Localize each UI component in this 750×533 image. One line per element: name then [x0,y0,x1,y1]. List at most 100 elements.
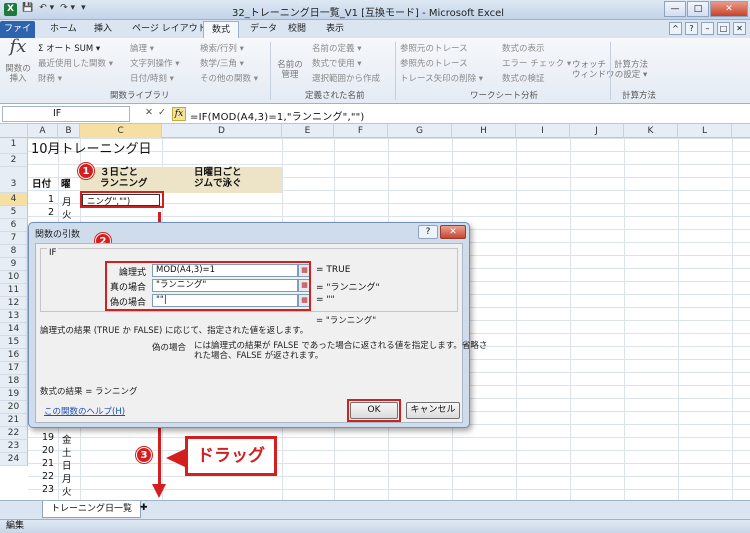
column-header[interactable]: H [452,124,516,138]
calc-options-button[interactable]: 計算方法 の設定 ▾ [612,60,650,80]
tab-page-layout[interactable]: ページ レイアウト [124,21,215,38]
error-checking-button[interactable]: エラー チェック ▾ [502,57,571,69]
sheet-title: 10月トレーニング日 [31,142,152,157]
row-header[interactable]: 18 [0,375,28,388]
help-icon[interactable]: ? [685,22,698,35]
tab-data[interactable]: データ [242,21,285,38]
column-header[interactable]: K [624,124,678,138]
column-header[interactable]: E [282,124,334,138]
tab-review[interactable]: 校閲 [280,21,314,38]
show-formulas-button[interactable]: 数式の表示 [502,42,545,54]
cell-date: 19 [42,432,55,443]
row-header[interactable]: 1 [0,138,28,154]
undo-icon[interactable]: ↶ ▾ [39,3,54,13]
column-header[interactable]: L [678,124,732,138]
more-functions-button[interactable]: その他の関数 ▾ [200,72,258,84]
datetime-button[interactable]: 日付/時刻 ▾ [130,72,174,84]
function-help-link[interactable]: この関数のヘルプ(H) [44,405,125,417]
column-header[interactable]: I [516,124,570,138]
column-header[interactable]: J [570,124,624,138]
logical-button[interactable]: 論理 ▾ [130,42,154,54]
define-name-button[interactable]: 名前の定義 ▾ [312,42,361,54]
workbook-restore-icon[interactable]: □ [717,22,730,35]
row-header[interactable]: 21 [0,414,28,427]
row-header[interactable]: 9 [0,258,28,271]
row-header[interactable]: 13 [0,310,28,323]
row-header[interactable]: 19 [0,388,28,401]
dialog-help-button[interactable]: ? [418,225,438,239]
arg-description-name: 偽の場合 [152,343,187,353]
financial-button[interactable]: 財務 ▾ [38,72,62,84]
remove-arrows-button[interactable]: トレース矢印の削除 ▾ [400,72,483,84]
row-header[interactable]: 16 [0,349,28,362]
name-box[interactable]: IF [2,106,130,122]
formula-input[interactable]: =IF(MOD(A4,3)=1,"ランニング","") [190,108,365,123]
row-header[interactable]: 8 [0,245,28,258]
tab-insert[interactable]: 挿入 [86,21,120,38]
cell-date: 2 [48,207,55,218]
lookup-button[interactable]: 検索/行列 ▾ [200,42,244,54]
text-functions-button[interactable]: 文字列操作 ▾ [130,57,179,69]
column-header[interactable]: G [388,124,452,138]
ribbon-separator [395,42,396,100]
trace-dependents-button[interactable]: 参照先のトレース [400,57,468,69]
tab-view[interactable]: 表示 [318,21,352,38]
save-icon[interactable]: 💾 [22,3,33,13]
tab-formulas[interactable]: 数式 [203,21,240,38]
dialog-close-button[interactable]: ✕ [440,225,466,239]
workbook-minimize-icon[interactable]: – [701,22,714,35]
column-header[interactable]: C [80,124,162,138]
customize-qat-icon[interactable]: ▾ [81,3,86,13]
row-header[interactable]: 10 [0,271,28,284]
math-button[interactable]: 数学/三角 ▾ [200,57,244,69]
row-header[interactable]: 12 [0,297,28,310]
row-header[interactable]: 2 [0,154,28,167]
row-header[interactable]: 22 [0,427,28,440]
column-header[interactable]: A [28,124,58,138]
column-header[interactable]: F [334,124,388,138]
maximize-button[interactable]: □ [687,1,709,17]
trace-precedents-button[interactable]: 参照元のトレース [400,42,468,54]
select-all-corner[interactable] [0,124,28,138]
header-running: ３日ごと ランニング [100,167,148,189]
redo-icon[interactable]: ↷ ▾ [60,3,75,13]
row-header[interactable]: 7 [0,232,28,245]
column-header[interactable]: D [162,124,282,138]
row-header[interactable]: 6 [0,219,28,232]
minimize-button[interactable]: — [664,1,686,17]
close-button[interactable]: ✕ [710,1,748,17]
new-sheet-icon[interactable]: ✚ [140,503,148,513]
enter-icon[interactable]: ✓ [158,107,166,118]
row-header[interactable]: 23 [0,440,28,453]
insert-function-button[interactable]: fx 関数の 挿入 [4,38,32,85]
row-header[interactable]: 24 [0,453,28,466]
watch-window-button[interactable]: ウォッチ ウィンドウ [572,60,615,80]
cancel-icon[interactable]: ✕ [145,107,153,118]
row-header[interactable]: 14 [0,323,28,336]
insert-function-fx-icon[interactable]: fx [172,107,186,121]
row-header[interactable]: 15 [0,336,28,349]
tab-home[interactable]: ホーム [42,21,85,38]
autosum-button[interactable]: Σ オート SUM ▾ [38,42,100,54]
dialog-body: IF 論理式 MOD(A4,3)=1 ▦ = TRUE 真の場合 "ランニング"… [35,243,487,423]
ribbon-minimize-icon[interactable]: ^ [669,22,682,35]
row-header[interactable]: 11 [0,284,28,297]
callout-pointer [166,449,185,467]
row-header[interactable]: 17 [0,362,28,375]
recent-functions-button[interactable]: 最近使用した関数 ▾ [38,57,113,69]
cancel-button[interactable]: キャンセル [406,402,460,419]
workbook-close-icon[interactable]: ✕ [733,22,746,35]
header-swim: 日曜日ごと ジムで泳ぐ [194,167,242,189]
sheet-tab[interactable]: トレーニング日一覧 [42,501,142,518]
use-in-formula-button[interactable]: 数式で使用 ▾ [312,57,361,69]
row-header[interactable]: 4 [0,193,28,206]
drag-callout: ドラッグ [185,436,277,476]
group-label-names: 定義された名前 [305,91,365,101]
evaluate-formula-button[interactable]: 数式の検証 [502,72,545,84]
column-header[interactable]: B [58,124,80,138]
row-header[interactable]: 5 [0,206,28,219]
row-header[interactable]: 20 [0,401,28,414]
create-from-selection-button[interactable]: 選択範囲から作成 [312,72,380,84]
row-header[interactable]: 3 [0,167,28,193]
name-manager-button[interactable]: 名前の 管理 [274,60,306,80]
